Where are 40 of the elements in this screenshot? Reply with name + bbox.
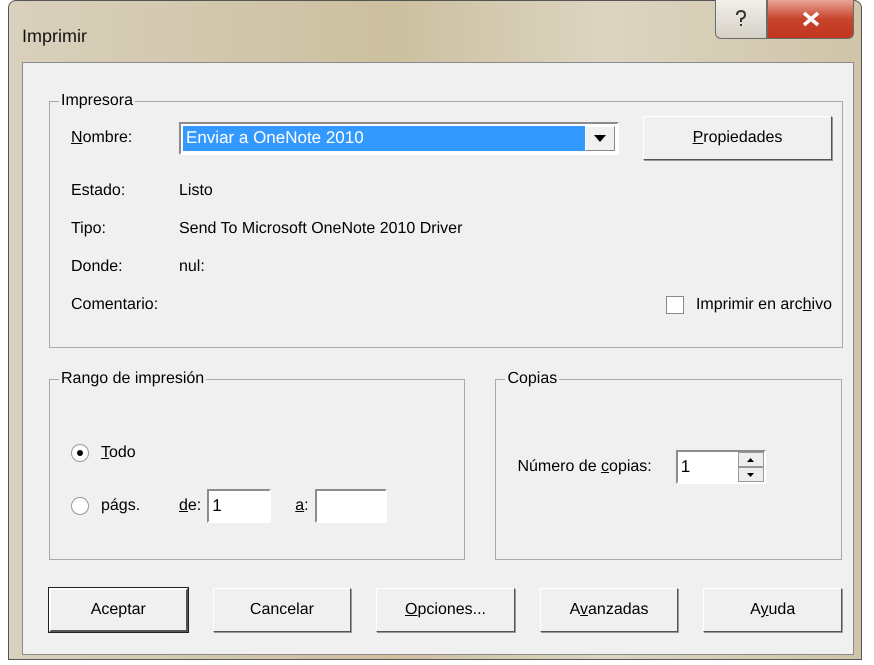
checkbox[interactable] <box>666 296 684 314</box>
field-label: Nombre: <box>71 129 134 147</box>
properties-button[interactable]: Propiedades <box>643 116 832 160</box>
spin-up-button[interactable] <box>738 452 764 467</box>
info-label: Tipo: <box>71 220 107 238</box>
group-title: Rango de impresión <box>60 370 206 388</box>
radio-label[interactable]: Todo <box>101 444 161 462</box>
down-icon <box>747 472 754 476</box>
dropdown-button[interactable] <box>585 126 615 150</box>
help-icon <box>735 10 747 28</box>
info-value: nul: <box>179 258 205 276</box>
info-label: Donde: <box>71 258 124 276</box>
close-icon <box>800 11 820 27</box>
checkbox-label[interactable]: Imprimir en archivo <box>696 296 832 314</box>
field-label: a: <box>295 496 309 514</box>
up-icon <box>747 458 754 462</box>
info-value: Listo <box>179 182 213 200</box>
dialog-button[interactable]: Cancelar <box>212 588 352 632</box>
field-label: de: <box>179 496 202 514</box>
field-label: Número de copias: <box>517 458 652 476</box>
input-field[interactable] <box>314 488 387 522</box>
window-title: Imprimir <box>22 26 87 47</box>
radio-button[interactable] <box>71 496 89 514</box>
group-title: Impresora <box>60 92 134 110</box>
copies-spinner[interactable]: 1 <box>676 450 766 484</box>
group-title: Copias <box>506 370 558 388</box>
caret-icon <box>594 134 606 142</box>
dialog-button[interactable]: Aceptar <box>49 588 188 632</box>
radio-button[interactable] <box>71 444 89 462</box>
info-label: Comentario: <box>71 296 160 314</box>
info-label: Estado: <box>71 182 126 200</box>
radio-label[interactable]: págs. <box>101 496 161 514</box>
info-value: Send To Microsoft OneNote 2010 Driver <box>179 220 462 238</box>
dialog-button[interactable]: Avanzadas <box>540 588 678 632</box>
dialog-button[interactable]: Opciones... <box>376 588 515 632</box>
help-button[interactable] <box>715 0 767 39</box>
close-button[interactable] <box>767 0 854 39</box>
input-field[interactable]: 1 <box>207 488 272 522</box>
dialog-button[interactable]: Ayuda <box>703 588 842 632</box>
spin-down-button[interactable] <box>738 467 764 482</box>
